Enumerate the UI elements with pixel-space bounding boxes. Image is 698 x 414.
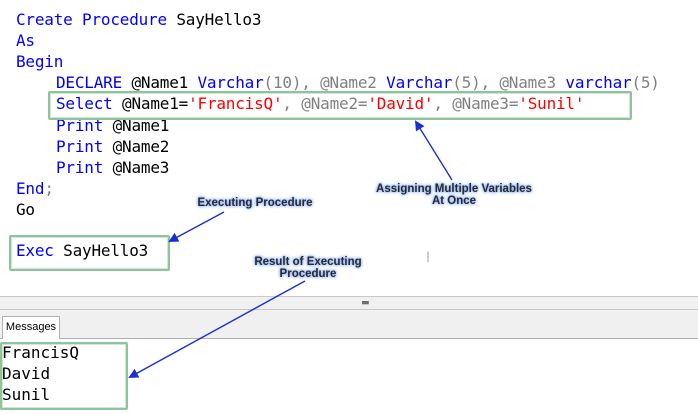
code-line-as: As bbox=[16, 30, 35, 51]
annotation-assigning: Assigning Multiple Variables At Once bbox=[356, 183, 552, 207]
keyword-end: End bbox=[16, 179, 45, 198]
declare-part-2: (10), @Name2 bbox=[263, 73, 387, 92]
select-highlight-box bbox=[48, 91, 632, 120]
grip-icon: ▬ bbox=[361, 298, 370, 308]
keyword-as: As bbox=[16, 31, 35, 50]
annotation-result-line2: Procedure bbox=[279, 268, 337, 280]
code-line-begin: Begin bbox=[16, 51, 63, 72]
type-varchar-3: varchar bbox=[565, 73, 632, 92]
type-varchar-2: Varchar bbox=[386, 73, 453, 92]
annotation-assigning-line2: At Once bbox=[431, 195, 477, 207]
exec-highlight-box bbox=[9, 235, 170, 271]
print-var: @Name3 bbox=[103, 158, 170, 177]
declare-part-4: (5) bbox=[631, 73, 660, 92]
declare-part-3: (5), @Name3 bbox=[452, 73, 566, 92]
keyword-declare: DECLARE bbox=[56, 73, 123, 92]
results-pane: Messages FrancisQ David Sunil bbox=[0, 310, 698, 414]
print-var: @Name2 bbox=[103, 137, 170, 156]
type-varchar-1: Varchar bbox=[197, 73, 264, 92]
keyword-create-procedure: Create Procedure bbox=[16, 10, 167, 29]
annotation-assigning-line1: Assigning Multiple Variables bbox=[376, 183, 532, 195]
keyword-begin: Begin bbox=[16, 52, 64, 71]
declare-part-1: @Name1 bbox=[122, 73, 198, 92]
annotation-result: Result of Executing Procedure bbox=[238, 256, 378, 280]
output-highlight-box bbox=[0, 342, 128, 410]
code-line-end: End; bbox=[16, 178, 54, 199]
annotation-result-line1: Result of Executing bbox=[254, 256, 362, 268]
code-line-create: Create Procedure SayHello3 bbox=[16, 9, 261, 30]
code-line-go: Go bbox=[16, 199, 35, 220]
code-line-declare: DECLARE @Name1 Varchar(10), @Name2 Varch… bbox=[56, 72, 660, 93]
end-semicolon: ; bbox=[44, 179, 54, 198]
code-line-print-3: Print @Name3 bbox=[56, 157, 169, 178]
results-tabstrip: Messages bbox=[0, 310, 698, 339]
code-line-print-2: Print @Name2 bbox=[56, 136, 169, 157]
query-editor[interactable]: Create Procedure SayHello3 As Begin DECL… bbox=[0, 0, 698, 296]
annotation-executing: Executing Procedure bbox=[197, 197, 313, 209]
tab-messages[interactable]: Messages bbox=[2, 316, 60, 339]
pane-splitter[interactable]: ▬ bbox=[0, 296, 698, 310]
ibeam-cursor-icon: I bbox=[426, 250, 431, 266]
keyword-print: Print bbox=[56, 137, 104, 156]
keyword-print: Print bbox=[56, 158, 104, 177]
keyword-go: Go bbox=[16, 200, 35, 219]
procedure-name: SayHello3 bbox=[166, 10, 262, 29]
